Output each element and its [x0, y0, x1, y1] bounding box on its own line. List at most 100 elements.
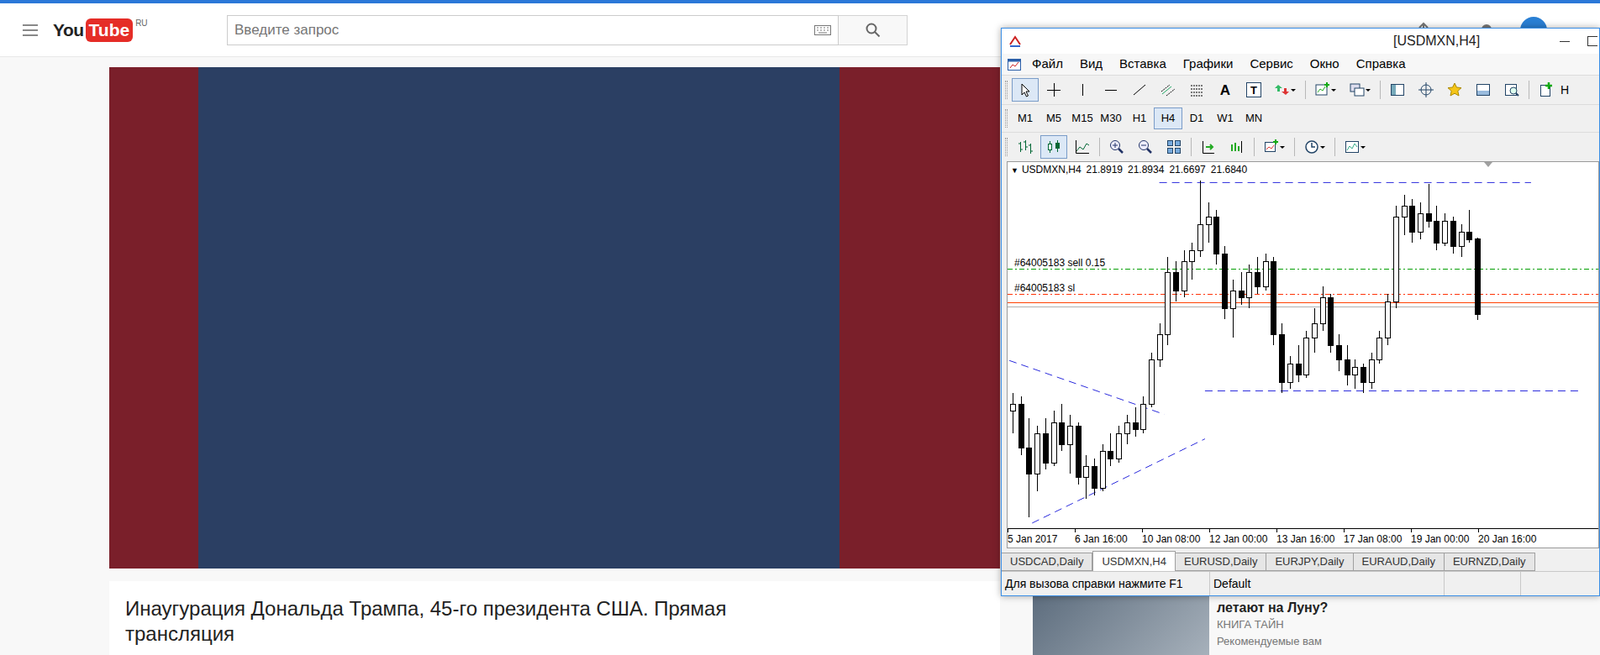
toolbar-separator — [1528, 80, 1530, 100]
menu-item[interactable]: Файл — [1023, 54, 1072, 74]
shift-icon — [1228, 138, 1246, 156]
timeframe-button[interactable]: H1 — [1125, 107, 1154, 130]
newchart-button[interactable] — [1309, 78, 1343, 102]
autoscroll-button[interactable] — [1194, 135, 1222, 159]
zoomin-icon — [1108, 138, 1126, 156]
time-label: 12 Jan 00:00 — [1209, 529, 1277, 548]
recommended-title[interactable]: летают на Луну? — [1216, 600, 1328, 617]
timeframe-button[interactable]: W1 — [1210, 107, 1240, 130]
candles-icon — [1045, 138, 1063, 156]
toolbar-gripper[interactable] — [1005, 109, 1008, 128]
menu-item[interactable]: Сервис — [1241, 54, 1301, 74]
text-button[interactable]: A — [1211, 78, 1239, 102]
menu-item[interactable]: Графики — [1174, 54, 1243, 74]
candle-body — [1165, 273, 1171, 336]
candle-body — [1312, 324, 1318, 339]
dropdown-arrow-icon — [1360, 138, 1367, 156]
indicators-button[interactable] — [1257, 135, 1291, 159]
candle — [1369, 352, 1375, 390]
neworder-button[interactable] — [1532, 78, 1560, 102]
timeframe-button[interactable]: D1 — [1182, 107, 1211, 130]
cursor-icon — [1016, 81, 1034, 99]
bars-button[interactable] — [1011, 135, 1039, 159]
candle-body — [1222, 254, 1228, 310]
trend-button[interactable] — [1126, 78, 1153, 102]
vline-button[interactable] — [1068, 78, 1096, 102]
timeframe-button[interactable]: MN — [1239, 107, 1269, 130]
candles-button[interactable] — [1040, 135, 1068, 159]
terminal-button[interactable] — [1469, 78, 1497, 102]
candle-body — [1369, 360, 1375, 384]
periods-button[interactable] — [1298, 135, 1332, 159]
bars-icon — [1016, 138, 1034, 156]
toolbar-separator — [1294, 137, 1295, 157]
search-button[interactable] — [838, 15, 908, 46]
zoomin-button[interactable] — [1103, 135, 1131, 159]
candle-body — [1059, 423, 1065, 446]
cursor-button[interactable] — [1011, 78, 1039, 102]
tester-button[interactable] — [1498, 78, 1526, 102]
timeframe-button[interactable]: M15 — [1068, 107, 1097, 130]
menu-item[interactable]: Окно — [1301, 54, 1348, 74]
recommended-thumbnail[interactable] — [1032, 588, 1210, 655]
chart-tab[interactable]: EURNZD,Daily — [1443, 552, 1536, 572]
channel-button[interactable] — [1154, 78, 1182, 102]
menu-button[interactable] — [0, 20, 41, 41]
zoomout-button[interactable] — [1131, 135, 1159, 159]
arrows-button[interactable] — [1268, 78, 1302, 102]
time-label: 10 Jan 08:00 — [1142, 529, 1210, 548]
title-bar[interactable]: [USDMXN,H4] — [1001, 28, 1600, 54]
timeframe-button[interactable]: M1 — [1010, 107, 1040, 130]
chart-tab[interactable]: EURJPY,Daily — [1265, 552, 1353, 572]
keyboard-button[interactable] — [807, 25, 838, 36]
recommended-note: Рекомендуемые вам — [1216, 633, 1328, 651]
tester-icon — [1503, 81, 1521, 99]
star-button[interactable] — [1441, 78, 1469, 102]
chart-price: 21.8919 — [1086, 163, 1124, 176]
candle-body — [1410, 206, 1416, 233]
profiles-button[interactable] — [1343, 78, 1377, 102]
chart-tab[interactable]: USDMXN,H4 — [1092, 551, 1176, 572]
toolbar-gripper[interactable] — [1005, 137, 1008, 157]
chart-tab[interactable]: EURAUD,Daily — [1352, 552, 1445, 572]
menu-item[interactable]: Вставка — [1110, 54, 1175, 74]
menu-item[interactable]: Справка — [1347, 54, 1415, 74]
label-glyph: T — [1246, 82, 1262, 98]
candle-body — [1108, 452, 1114, 460]
target-button[interactable] — [1412, 78, 1440, 102]
cross-button[interactable] — [1040, 78, 1068, 102]
templates-button[interactable] — [1338, 135, 1372, 159]
chart-document-icon[interactable] — [1006, 57, 1022, 73]
recommended-item[interactable]: летают на Луну?КНИГА ТАЙНРекомендуемые в… — [1032, 588, 1386, 655]
candle-body — [1182, 262, 1188, 292]
video-player[interactable] — [109, 67, 1000, 569]
candle-body — [1336, 346, 1343, 361]
menu-item[interactable]: Вид — [1071, 54, 1111, 74]
fibo-button[interactable] — [1183, 78, 1211, 102]
chart-window[interactable]: #64005183 sell 0.15#64005183 sl▼USDMXN,H… — [1006, 161, 1600, 549]
status-bar: Для вызова справки нажмите F1 Default — [1001, 571, 1600, 596]
shift-button[interactable] — [1223, 135, 1251, 159]
youtube-logo[interactable]: You Tube RU — [52, 16, 227, 44]
search-input[interactable] — [227, 15, 808, 45]
hline-button[interactable] — [1097, 78, 1125, 102]
toolbar-separator — [1099, 137, 1100, 157]
timeframe-button[interactable]: M5 — [1039, 107, 1069, 130]
label-button[interactable]: T — [1240, 78, 1268, 102]
chart-tab[interactable]: EURUSD,Daily — [1174, 552, 1267, 572]
tile-button[interactable] — [1160, 135, 1188, 159]
timeframe-button[interactable]: H4 — [1153, 107, 1183, 130]
chart-tab[interactable]: USDCAD,Daily — [1000, 552, 1093, 572]
timeframe-button[interactable]: M30 — [1096, 107, 1126, 130]
candle-body — [1214, 217, 1220, 255]
candle-body — [1442, 221, 1448, 244]
candle — [1394, 205, 1400, 309]
toolbar-gripper[interactable] — [1005, 80, 1008, 100]
arrows-icon — [1273, 81, 1291, 99]
new-order-label[interactable]: H — [1560, 81, 1569, 100]
status-profile[interactable]: Default — [1210, 572, 1445, 596]
line-button[interactable] — [1068, 135, 1096, 159]
nav-button[interactable] — [1384, 78, 1411, 102]
minimize-button[interactable] — [1553, 36, 1576, 47]
maximize-button[interactable] — [1585, 36, 1600, 47]
